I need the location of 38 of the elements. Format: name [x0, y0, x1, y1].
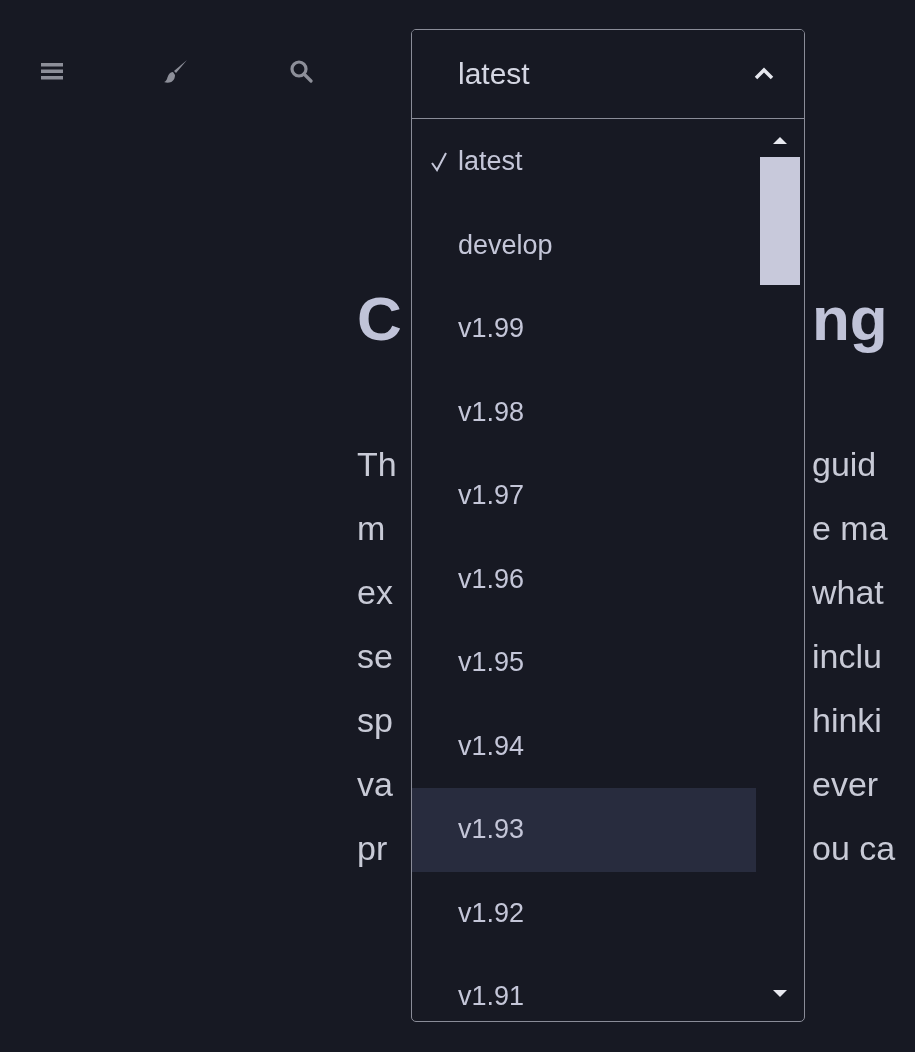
paragraph-fragment: what [812, 572, 884, 613]
paragraph-fragment: va [357, 765, 393, 803]
version-option[interactable]: v1.96 [412, 537, 756, 621]
search-button[interactable] [289, 59, 313, 83]
version-option[interactable]: develop [412, 203, 756, 287]
menu-button[interactable] [41, 62, 63, 80]
paragraph-fragment: m [357, 509, 386, 547]
version-option[interactable]: v1.92 [412, 871, 756, 955]
brush-icon [163, 58, 189, 84]
version-option[interactable]: v1.95 [412, 621, 756, 705]
paragraph-fragment: ou ca [812, 828, 896, 869]
version-option[interactable]: v1.93 [412, 788, 756, 872]
scroll-up-icon[interactable] [771, 135, 789, 145]
version-option[interactable]: v1.99 [412, 287, 756, 371]
search-icon [289, 59, 313, 83]
paragraph-fragment: ever [812, 764, 879, 805]
scroll-thumb[interactable] [760, 157, 800, 285]
heading-fragment: C [357, 284, 402, 353]
paragraph-fragment: e ma [812, 508, 888, 549]
paragraph-fragment: pr [357, 829, 388, 867]
paragraph-fragment: Th [357, 445, 397, 483]
paragraph-fragment: hinki [812, 700, 882, 741]
paragraph-fragment: ex [357, 573, 393, 611]
paragraph-fragment: inclu [812, 636, 882, 677]
version-option[interactable]: latest [412, 120, 756, 204]
version-option[interactable]: v1.91 [412, 955, 756, 1021]
version-option[interactable]: v1.97 [412, 454, 756, 538]
menu-icon [41, 62, 63, 80]
heading-fragment: ng [812, 284, 888, 354]
version-select[interactable]: latest [412, 30, 804, 119]
paragraph-fragment: sp [357, 701, 393, 739]
scroll-down-icon[interactable] [771, 989, 789, 999]
paragraph-fragment: se [357, 637, 393, 675]
paragraph-fragment: guid [812, 444, 877, 485]
version-option[interactable]: v1.94 [412, 704, 756, 788]
version-option[interactable]: v1.98 [412, 370, 756, 454]
caret-icon [754, 67, 774, 81]
theme-button[interactable] [163, 58, 189, 84]
